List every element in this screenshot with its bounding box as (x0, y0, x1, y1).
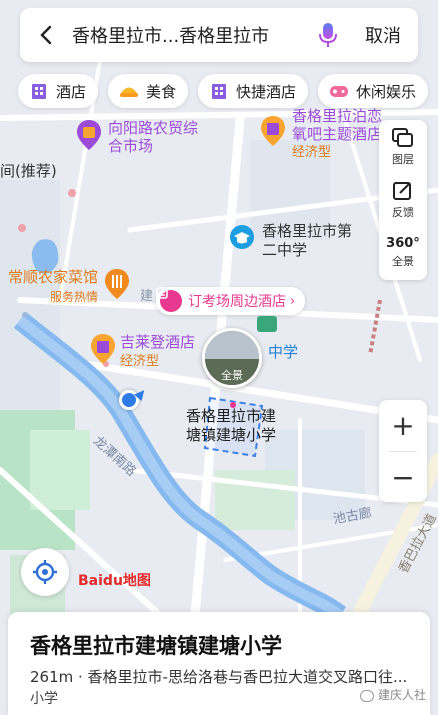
chevron-right-icon: › (290, 293, 296, 309)
recommend-label[interactable]: 间(推荐) (0, 162, 57, 180)
feedback-icon (393, 181, 411, 200)
result-title: 香格里拉市建塘镇建塘小学 (30, 634, 282, 658)
budget-hotel-icon (208, 80, 230, 102)
chip-entertainment[interactable]: 休闲娱乐 (318, 74, 429, 108)
crosshair-icon (33, 560, 57, 584)
food-icon (118, 80, 140, 102)
wechat-icon (360, 689, 374, 702)
map-screen: 向阳路农贸综合市场 香格里拉泊恋氧吧主题酒店 经济型 间(推荐) 香格里拉市第二… (0, 0, 438, 715)
chip-entertainment-label: 休闲娱乐 (356, 82, 417, 101)
chip-hotel-label: 酒店 (56, 82, 87, 101)
chip-budget-hotel-label: 快捷酒店 (236, 82, 297, 101)
hotel-label[interactable]: 香格里拉泊恋氧吧主题酒店 (292, 107, 384, 143)
layers-label: 图层 (392, 152, 414, 166)
zoom-in-button[interactable]: + (379, 400, 427, 451)
map-tools-panel: 图层 反馈 360° 全景 (379, 120, 427, 280)
baidu-map-logo: Baidu地图 (78, 570, 151, 590)
result-category: 小学 (30, 691, 58, 707)
panorama-thumb-label: 全景 (221, 369, 243, 382)
zoom-controls: + − (379, 400, 427, 502)
watermark: 建庆人社 (360, 686, 426, 703)
target-label[interactable]: 香格里拉市建塘镇建塘小学 (186, 407, 286, 445)
back-button[interactable] (20, 8, 72, 62)
zoom-out-button[interactable]: − (379, 452, 427, 503)
hotel2-tag: 经济型 (120, 354, 160, 369)
layers-icon (392, 127, 413, 147)
middle-school-label[interactable]: 中学 (268, 343, 298, 361)
restaurant-label[interactable]: 常顺农家菜馆 (8, 268, 98, 286)
promo-label: 订考场周边酒店 (188, 294, 286, 310)
result-address: 261m · 香格里拉市-思给洛巷与香巴拉大道交叉路口往... (30, 668, 408, 686)
road-label-jian: 建 (140, 289, 154, 304)
watermark-text: 建庆人社 (378, 688, 427, 702)
search-input[interactable]: 香格里拉市...香格里拉市 (72, 22, 308, 48)
hotel-icon (28, 80, 50, 102)
locate-me-button[interactable] (21, 548, 69, 596)
logo-text: Baidu地图 (78, 573, 151, 589)
feedback-button[interactable]: 反馈 (379, 173, 427, 226)
hotel2-label[interactable]: 吉莱登酒店 (120, 333, 195, 351)
panorama-label: 全景 (392, 255, 414, 268)
entertainment-icon (328, 80, 350, 102)
search-bar: 香格里拉市...香格里拉市 取消 (20, 8, 418, 62)
category-chips: 酒店 美食 快捷酒店 休闲娱乐 (18, 74, 429, 108)
chip-hotel[interactable]: 酒店 (18, 74, 99, 108)
bus-stop-icon[interactable] (257, 316, 277, 332)
panorama-thumbnail[interactable]: 全景 (202, 328, 262, 388)
layers-button[interactable]: 图层 (379, 120, 427, 173)
feedback-label: 反馈 (392, 205, 414, 219)
hotel-tag: 经济型 (292, 145, 332, 160)
panorama-button[interactable]: 360° 全景 (379, 226, 427, 279)
promo-icon (156, 287, 182, 312)
microphone-icon (319, 23, 337, 47)
restaurant-tag: 服务热情 (50, 290, 99, 304)
chip-food-label: 美食 (146, 82, 177, 101)
chip-budget-hotel[interactable]: 快捷酒店 (198, 74, 309, 108)
school-label[interactable]: 香格里拉市第二中学 (262, 222, 352, 260)
result-card[interactable]: 香格里拉市建塘镇建塘小学 261m · 香格里拉市-思给洛巷与香巴拉大道交叉路口… (8, 612, 430, 715)
market-label[interactable]: 向阳路农贸综合市场 (108, 119, 198, 155)
hotel-promo-banner[interactable]: 订考场周边酒店 › (156, 287, 306, 315)
voice-search-button[interactable] (308, 8, 348, 62)
panorama-360-icon: 360° (386, 236, 420, 251)
back-arrow-icon (40, 25, 52, 45)
cancel-button[interactable]: 取消 (348, 22, 418, 48)
chip-food[interactable]: 美食 (108, 74, 189, 108)
